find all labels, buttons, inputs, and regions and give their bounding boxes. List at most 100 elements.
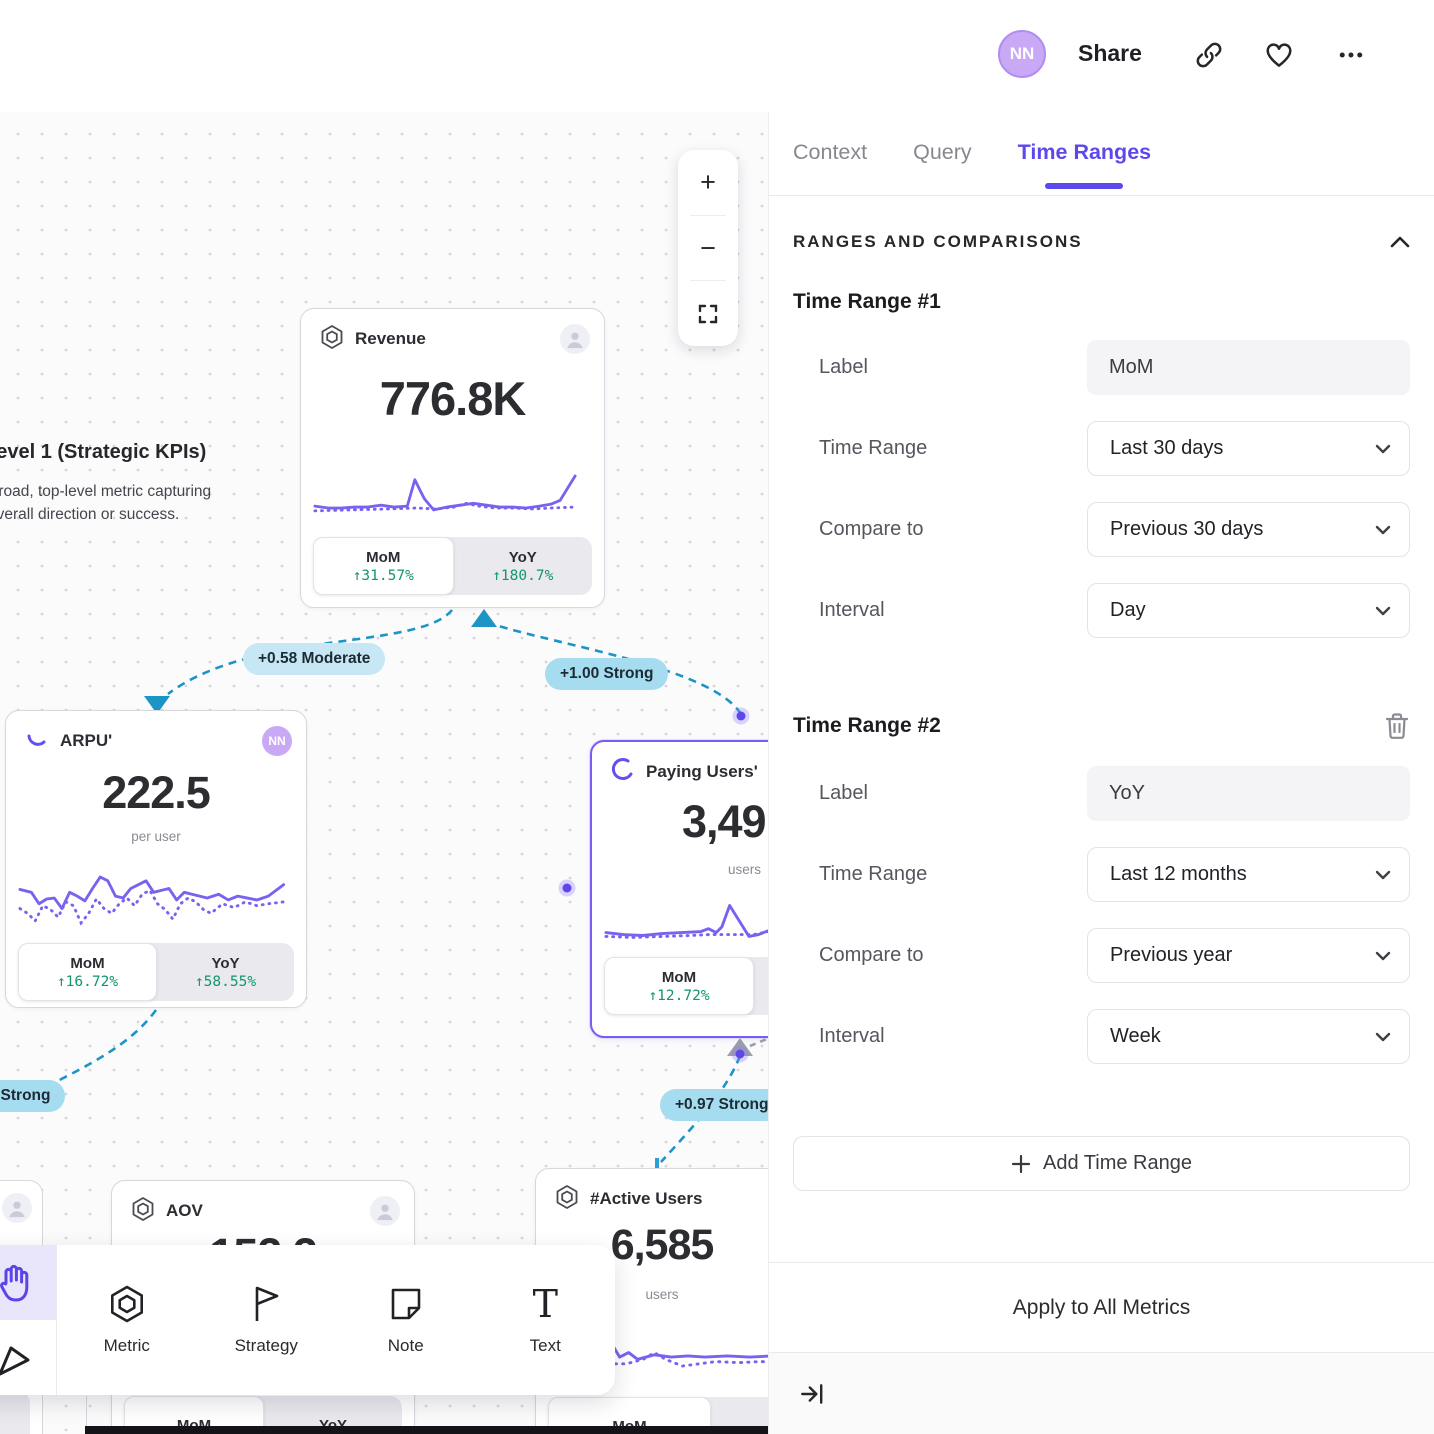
canvas-note-title[interactable]: Level 1 (Strategic KPIs) bbox=[0, 441, 206, 464]
range-2-label-input[interactable] bbox=[1087, 766, 1410, 821]
range-1-compare-select[interactable]: Previous 30 days bbox=[1087, 502, 1410, 557]
field-label: Time Range bbox=[793, 437, 1087, 460]
metric-hexagon-icon bbox=[554, 1184, 580, 1215]
comparison-toggle: MoM ↑31.57% YoY ↑180.7% bbox=[313, 537, 592, 595]
selected-value: Previous 30 days bbox=[1110, 518, 1263, 541]
selected-value: Week bbox=[1110, 1025, 1161, 1048]
correlation-badge[interactable]: +1.00 Strong bbox=[545, 658, 668, 690]
tab-query[interactable]: Query bbox=[913, 140, 972, 195]
share-button[interactable]: Share bbox=[1078, 40, 1142, 67]
toggle-label: YoY bbox=[509, 549, 537, 566]
zoom-in-button[interactable]: + bbox=[678, 150, 738, 215]
loading-spinner-icon bbox=[24, 726, 50, 757]
correlation-badge[interactable]: 66 Strong bbox=[0, 1080, 65, 1112]
toolbar-insert-tools: Metric Strategy Note T bbox=[57, 1245, 615, 1395]
note-tool-button[interactable]: Note bbox=[336, 1245, 476, 1395]
toggle-value: ↑31.57% bbox=[353, 568, 414, 584]
selected-value: Day bbox=[1110, 599, 1146, 622]
avatar bbox=[2, 1193, 32, 1223]
flag-icon bbox=[246, 1284, 286, 1324]
text-tool-button[interactable]: T Text bbox=[476, 1245, 616, 1395]
settings-side-panel: Context Query Time Ranges RANGES AND COM… bbox=[768, 112, 1434, 1434]
chevron-down-icon bbox=[1375, 525, 1391, 535]
mom-toggle[interactable]: MoM ↑12.72% bbox=[604, 957, 754, 1015]
range-1-interval-select[interactable]: Day bbox=[1087, 583, 1410, 638]
hand-tool-button[interactable] bbox=[0, 1245, 56, 1320]
range-2-interval-select[interactable]: Week bbox=[1087, 1009, 1410, 1064]
metric-tool-button[interactable]: Metric bbox=[57, 1245, 197, 1395]
collapse-chevron-up-icon[interactable] bbox=[1390, 236, 1410, 248]
fit-view-button[interactable] bbox=[678, 281, 738, 346]
comparison-toggle bbox=[0, 1391, 30, 1434]
yoy-toggle[interactable]: YoY ↑58.55% bbox=[157, 943, 294, 1001]
tool-label: Note bbox=[388, 1336, 424, 1356]
card-title: Paying Users' bbox=[646, 762, 758, 782]
range-2-time-range-select[interactable]: Last 12 months bbox=[1087, 847, 1410, 902]
apply-to-all-metrics-button[interactable]: Apply to All Metrics bbox=[769, 1262, 1434, 1352]
avatar[interactable] bbox=[370, 1196, 400, 1226]
selected-value: Previous year bbox=[1110, 944, 1232, 967]
avatar[interactable]: NN bbox=[262, 726, 292, 756]
metric-card-arpu[interactable]: ARPU' NN 222.5 per user MoM ↑16.72% YoY … bbox=[5, 710, 307, 1008]
toggle-label: YoY bbox=[211, 955, 239, 972]
range-1-label-input[interactable] bbox=[1087, 340, 1410, 395]
delete-trash-icon[interactable] bbox=[1384, 712, 1410, 740]
sparkline-chart bbox=[313, 459, 577, 525]
mom-toggle[interactable]: MoM ↑16.72% bbox=[18, 943, 157, 1001]
avatar[interactable] bbox=[560, 324, 590, 354]
metric-value: 776.8K bbox=[301, 371, 604, 426]
loading-spinner-icon bbox=[610, 757, 636, 788]
field-label: Interval bbox=[793, 599, 1087, 622]
user-avatar[interactable]: NN bbox=[998, 30, 1046, 78]
range-1-time-range-select[interactable]: Last 30 days bbox=[1087, 421, 1410, 476]
yoy-toggle[interactable]: YoY ↑180.7% bbox=[454, 537, 593, 595]
tab-time-ranges[interactable]: Time Ranges bbox=[1018, 140, 1151, 195]
card-title: ARPU' bbox=[60, 731, 112, 751]
select-tool-button[interactable] bbox=[0, 1320, 56, 1395]
copy-link-icon[interactable] bbox=[1194, 40, 1224, 70]
hand-icon bbox=[0, 1263, 32, 1303]
favorite-heart-icon[interactable] bbox=[1264, 40, 1294, 70]
chevron-down-icon bbox=[1375, 1032, 1391, 1042]
arrow-to-bar-icon bbox=[799, 1381, 825, 1407]
toggle-value: ↑12.72% bbox=[648, 988, 709, 1004]
collapse-panel-button[interactable] bbox=[799, 1381, 825, 1407]
metric-tree-canvas[interactable]: +0.58 Moderate +1.00 Strong 66 Strong +0… bbox=[0, 0, 768, 1434]
card-edge-line bbox=[86, 1396, 87, 1426]
metric-hexagon-icon bbox=[107, 1284, 147, 1324]
card-title: #Active Users bbox=[590, 1189, 702, 1209]
note-icon bbox=[386, 1284, 426, 1324]
selected-value: Last 12 months bbox=[1110, 863, 1247, 886]
card-title: Revenue bbox=[355, 329, 426, 349]
chevron-down-icon bbox=[1375, 951, 1391, 961]
panel-tabs: Context Query Time Ranges bbox=[769, 112, 1434, 196]
correlation-badge[interactable]: +0.97 Strong bbox=[660, 1089, 783, 1121]
add-time-range-button[interactable]: Add Time Range bbox=[793, 1136, 1410, 1191]
range-2-compare-select[interactable]: Previous year bbox=[1087, 928, 1410, 983]
app-window: +0.58 Moderate +1.00 Strong 66 Strong +0… bbox=[0, 0, 1434, 1434]
metric-card-revenue[interactable]: Revenue 776.8K MoM ↑31.57% YoY ↑180.7% bbox=[300, 308, 605, 608]
canvas-note-body[interactable]: Broad, top-level metric capturing overal… bbox=[0, 481, 240, 527]
chevron-down-icon bbox=[1375, 444, 1391, 454]
chevron-down-icon bbox=[1375, 870, 1391, 880]
screen-edge-strip bbox=[85, 1426, 768, 1434]
toolbar-pointer-tools bbox=[0, 1245, 57, 1395]
panel-content: RANGES AND COMPARISONS Time Range #1 Lab… bbox=[769, 232, 1434, 1191]
strategy-tool-button[interactable]: Strategy bbox=[197, 1245, 337, 1395]
sparkline-chart bbox=[18, 856, 286, 942]
field-label: Label bbox=[793, 782, 1087, 805]
plus-icon bbox=[1011, 1154, 1031, 1174]
field-label: Compare to bbox=[793, 944, 1087, 967]
zoom-out-button[interactable]: − bbox=[678, 216, 738, 281]
panel-footer: Apply to All Metrics bbox=[769, 1262, 1434, 1434]
fullscreen-icon bbox=[696, 302, 720, 326]
correlation-badge[interactable]: +0.58 Moderate bbox=[243, 643, 385, 675]
toggle-value: ↑16.72% bbox=[57, 974, 118, 990]
more-options-icon[interactable] bbox=[1336, 40, 1366, 70]
field-label: Compare to bbox=[793, 518, 1087, 541]
mom-toggle[interactable]: MoM ↑31.57% bbox=[313, 537, 454, 595]
toggle-label: MoM bbox=[662, 969, 696, 986]
metric-value: 222.5 bbox=[6, 767, 306, 819]
cursor-icon bbox=[0, 1339, 32, 1377]
tab-context[interactable]: Context bbox=[793, 140, 867, 195]
